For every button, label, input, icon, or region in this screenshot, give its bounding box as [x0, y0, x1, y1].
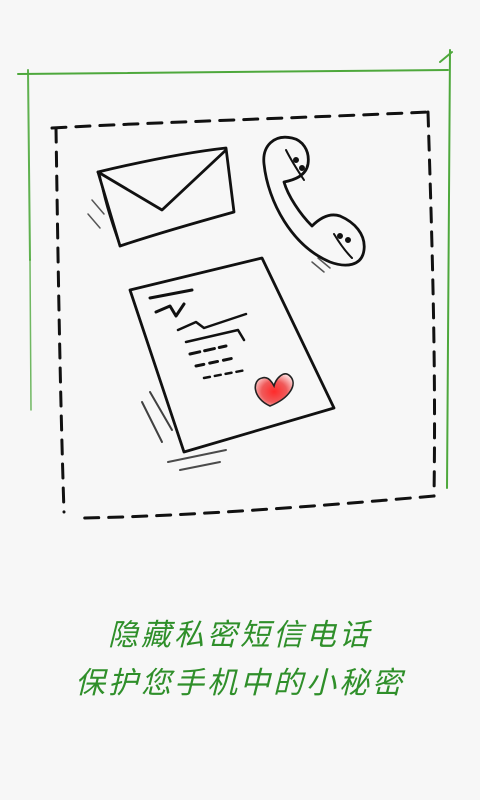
envelope-icon — [87, 146, 236, 248]
sketch-illustration — [17, 49, 453, 520]
document-icon — [128, 256, 336, 471]
green-frame — [17, 49, 453, 489]
phone-handset-icon — [262, 135, 366, 273]
tagline-line-1: 隐藏私密短信电话 — [108, 618, 372, 653]
tagline-line-2: 保护您手机中的小秘密 — [75, 666, 405, 701]
splash-screen: 隐藏私密短信电话 保护您手机中的小秘密 — [0, 0, 480, 800]
heart-icon — [254, 373, 294, 407]
